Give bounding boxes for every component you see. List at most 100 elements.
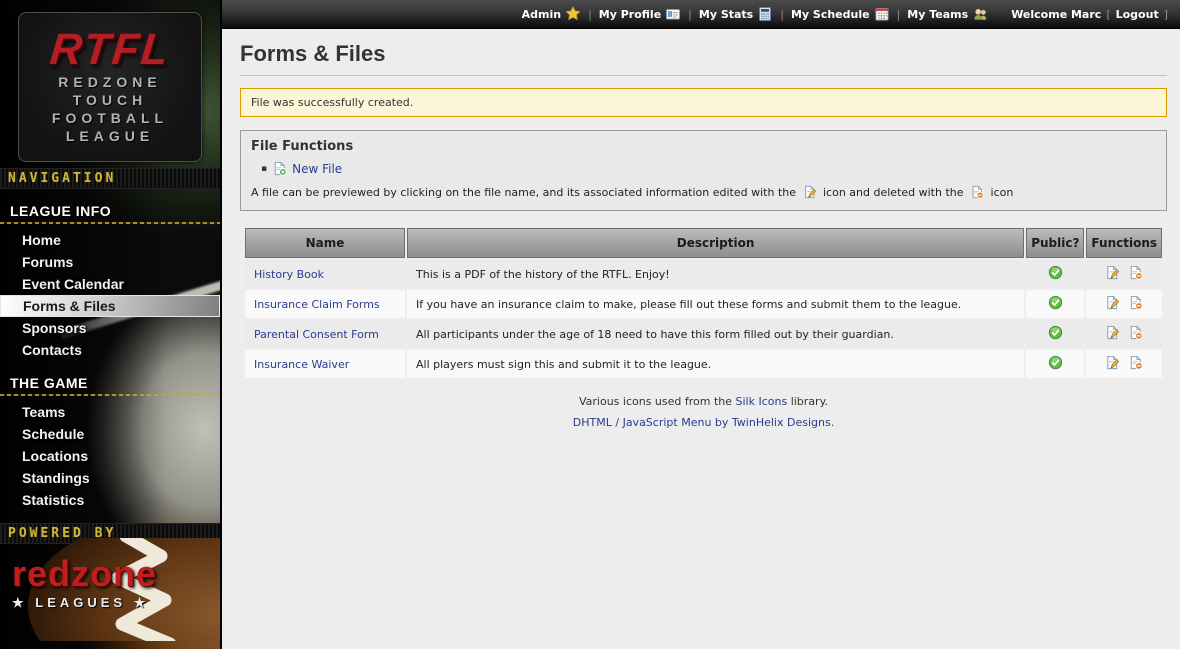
table-row: Parental Consent Form All participants u…	[245, 320, 1162, 348]
nav-section-league-info: LEAGUE INFO Home Forums Event Calendar F…	[0, 189, 220, 361]
logout-link[interactable]: Logout	[1116, 8, 1159, 21]
separator: |	[897, 8, 901, 21]
sidebar-item-sponsors[interactable]: Sponsors	[0, 317, 220, 339]
page-edit-icon	[1105, 295, 1120, 310]
edit-file-button[interactable]	[1105, 330, 1120, 343]
page-delete-icon	[1128, 265, 1143, 280]
main-area: Admin | My Profile | My Stats | My Sched…	[222, 0, 1180, 649]
sidebar-item-home[interactable]: Home	[0, 229, 220, 251]
topbar-my-schedule[interactable]: My Schedule	[791, 6, 890, 22]
topbar-my-teams[interactable]: My Teams	[907, 6, 988, 22]
sidebar-item-locations[interactable]: Locations	[0, 445, 220, 467]
page-edit-icon	[803, 185, 817, 199]
topbar-admin[interactable]: Admin	[522, 6, 581, 22]
icons-credit: Various icons used from the Silk Icons l…	[240, 395, 1167, 408]
delete-file-button[interactable]	[1128, 270, 1143, 283]
file-description: All players must sign this and submit it…	[407, 350, 1024, 378]
nav-section-title: THE GAME	[0, 361, 220, 394]
sidebar-item-contacts[interactable]: Contacts	[0, 339, 220, 361]
sidebar-item-schedule[interactable]: Schedule	[0, 423, 220, 445]
calendar-icon	[874, 6, 890, 22]
sidebar-item-standings[interactable]: Standings	[0, 467, 220, 489]
list-bullet: ▪	[261, 164, 267, 174]
rtfl-logo-line: TOUCH	[19, 91, 201, 109]
page-delete-icon	[970, 185, 984, 199]
table-row: Insurance Claim Forms If you have an ins…	[245, 290, 1162, 318]
redzone-leagues-text: ★ LEAGUES ★	[12, 595, 157, 611]
page-title: Forms & Files	[240, 41, 1167, 67]
rtfl-logo-line: REDZONE	[19, 73, 201, 91]
table-row: Insurance Waiver All players must sign t…	[245, 350, 1162, 378]
powered-by-logo-area[interactable]: redzone ★ LEAGUES ★	[0, 544, 220, 641]
redzone-logo-text: redzone	[12, 556, 157, 592]
page-delete-icon	[1128, 295, 1143, 310]
table-row: History Book This is a PDF of the histor…	[245, 260, 1162, 288]
new-file-link[interactable]: New File	[292, 162, 342, 176]
bracket: ]	[1164, 8, 1168, 21]
accept-icon	[1048, 325, 1063, 340]
nav-section-title: LEAGUE INFO	[0, 189, 220, 222]
page-delete-icon	[1128, 325, 1143, 340]
accept-icon	[1048, 295, 1063, 310]
column-header-functions: Functions	[1086, 228, 1162, 258]
rtfl-logo: RTFL REDZONE TOUCH FOOTBALL LEAGUE	[18, 12, 202, 162]
edit-file-button[interactable]	[1105, 270, 1120, 283]
nav-underline	[0, 222, 220, 224]
page-edit-icon	[1105, 355, 1120, 370]
topbar-my-profile[interactable]: My Profile	[599, 6, 681, 22]
vcard-icon	[665, 6, 681, 22]
file-functions-title: File Functions	[251, 139, 1156, 154]
rtfl-logo-line: LEAGUE	[19, 127, 201, 145]
page-delete-icon	[1128, 355, 1143, 370]
file-name-link[interactable]: Insurance Waiver	[254, 358, 349, 371]
welcome-text: Welcome Marc	[1011, 8, 1101, 21]
delete-file-button[interactable]	[1128, 360, 1143, 373]
title-divider	[240, 75, 1167, 76]
file-functions-help: A file can be previewed by clicking on t…	[251, 185, 1156, 199]
success-notice: File was successfully created.	[240, 88, 1167, 117]
accept-icon	[1048, 265, 1063, 280]
navigation-label: NAVIGATION	[8, 171, 116, 186]
separator: |	[688, 8, 692, 21]
bracket: [	[1106, 8, 1110, 21]
file-description: This is a PDF of the history of the RTFL…	[407, 260, 1024, 288]
navigation-strip: NAVIGATION	[0, 168, 220, 189]
column-header-description: Description	[407, 228, 1024, 258]
nav-section-the-game: THE GAME Teams Schedule Locations Standi…	[0, 361, 220, 511]
topbar: Admin | My Profile | My Stats | My Sched…	[222, 0, 1180, 29]
file-description: All participants under the age of 18 nee…	[407, 320, 1024, 348]
sidebar-item-statistics[interactable]: Statistics	[0, 489, 220, 511]
sidebar-item-teams[interactable]: Teams	[0, 401, 220, 423]
file-name-link[interactable]: Insurance Claim Forms	[254, 298, 380, 311]
nav-underline	[0, 394, 220, 396]
star-icon	[565, 6, 581, 22]
column-header-public: Public?	[1026, 228, 1084, 258]
page-add-icon	[272, 161, 287, 176]
sidebar: RTFL REDZONE TOUCH FOOTBALL LEAGUE NAVIG…	[0, 0, 222, 649]
rtfl-logo-line: FOOTBALL	[19, 109, 201, 127]
file-functions-box: File Functions ▪ New File A file can be …	[240, 130, 1167, 211]
topbar-my-stats[interactable]: My Stats	[699, 6, 773, 22]
column-header-name: Name	[245, 228, 405, 258]
delete-file-button[interactable]	[1128, 330, 1143, 343]
file-name-link[interactable]: History Book	[254, 268, 324, 281]
separator: |	[588, 8, 592, 21]
page-edit-icon	[1105, 265, 1120, 280]
file-description: If you have an insurance claim to make, …	[407, 290, 1024, 318]
sidebar-item-forums[interactable]: Forums	[0, 251, 220, 273]
edit-file-button[interactable]	[1105, 360, 1120, 373]
separator: |	[780, 8, 784, 21]
rtfl-logo-acronym: RTFL	[17, 27, 204, 73]
delete-file-button[interactable]	[1128, 300, 1143, 313]
sidebar-item-event-calendar[interactable]: Event Calendar	[0, 273, 220, 295]
page-edit-icon	[1105, 325, 1120, 340]
files-table: Name Description Public? Functions Histo…	[243, 226, 1164, 380]
twinhelix-credit-link[interactable]: DHTML / JavaScript Menu by TwinHelix Des…	[573, 416, 834, 429]
silk-icons-link[interactable]: Silk Icons	[736, 395, 788, 408]
accept-icon	[1048, 355, 1063, 370]
group-icon	[972, 6, 988, 22]
sidebar-item-forms-files[interactable]: Forms & Files	[0, 295, 220, 317]
file-name-link[interactable]: Parental Consent Form	[254, 328, 379, 341]
calculator-icon	[757, 6, 773, 22]
edit-file-button[interactable]	[1105, 300, 1120, 313]
